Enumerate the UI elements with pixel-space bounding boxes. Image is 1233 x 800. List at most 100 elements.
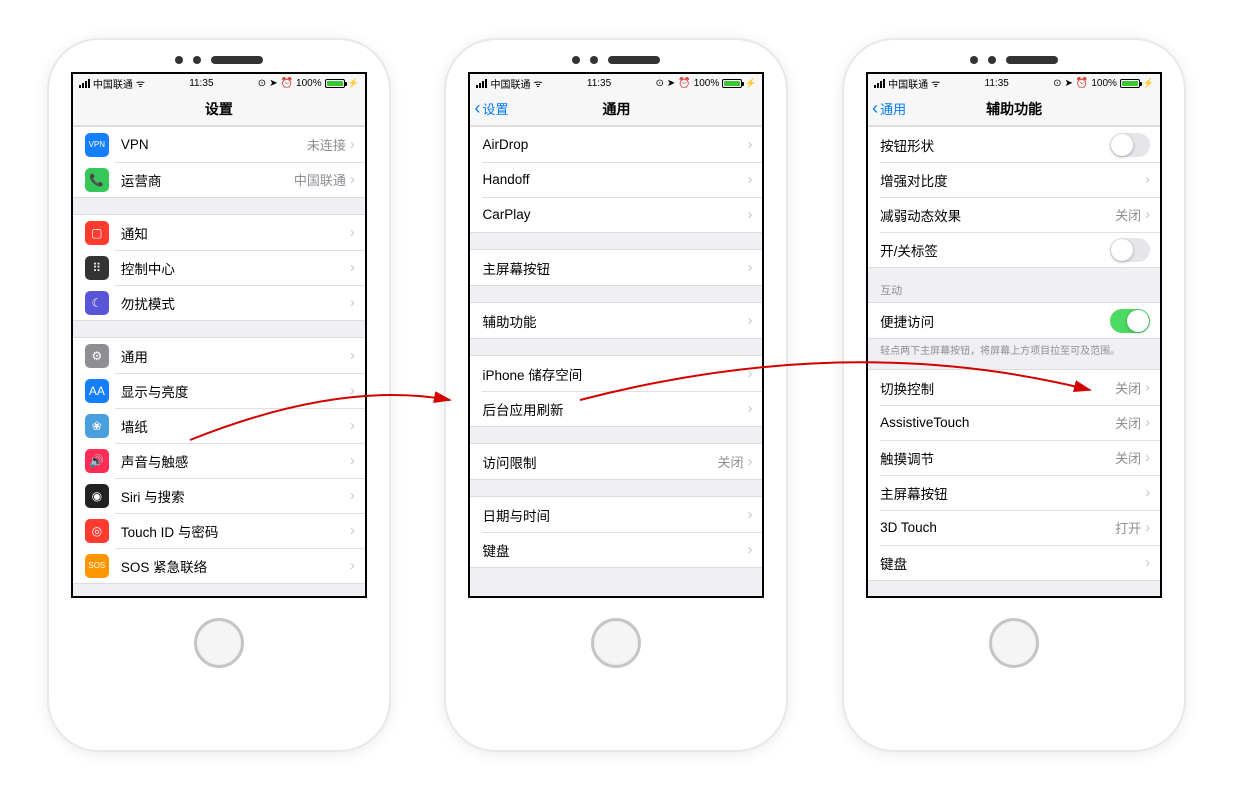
home-button[interactable] bbox=[591, 618, 641, 668]
wifi-icon: ᯤ bbox=[533, 76, 542, 90]
row-detail: 中国联通 bbox=[294, 170, 346, 189]
settings-row[interactable]: 日期与时间› bbox=[470, 497, 762, 532]
settings-row[interactable]: 减弱动态效果关闭› bbox=[868, 197, 1160, 232]
chevron-left-icon: ‹ bbox=[474, 98, 480, 119]
settings-row[interactable]: AirDrop› bbox=[470, 127, 762, 162]
settings-row[interactable]: 触摸调节关闭› bbox=[868, 440, 1160, 475]
settings-row[interactable]: 📞运营商中国联通› bbox=[73, 162, 365, 197]
chevron-right-icon: › bbox=[350, 557, 355, 574]
chevron-left-icon: ‹ bbox=[872, 98, 878, 119]
screen-general: 中国联通 ᯤ 11:35 ⊙ ➤ ⏰ 100% ⚡ ‹ 设置 通用 bbox=[468, 72, 764, 598]
chevron-right-icon: › bbox=[1145, 449, 1150, 466]
accessibility-list[interactable]: 按钮形状增强对比度›减弱动态效果关闭›开/关标签 互动 便捷访问 轻点两下主屏幕… bbox=[868, 126, 1160, 596]
back-button[interactable]: ‹ 通用 bbox=[872, 92, 906, 125]
settings-row[interactable]: ◉Siri 与搜索› bbox=[73, 478, 365, 513]
settings-row[interactable]: ⠿控制中心› bbox=[73, 250, 365, 285]
home-button[interactable] bbox=[989, 618, 1039, 668]
settings-row[interactable]: 主屏幕按钮› bbox=[868, 475, 1160, 510]
settings-row[interactable]: ▢通知› bbox=[73, 215, 365, 250]
back-label: 设置 bbox=[482, 99, 508, 118]
settings-row[interactable]: 键盘› bbox=[868, 545, 1160, 580]
settings-row[interactable]: ⚙通用› bbox=[73, 338, 365, 373]
three-phone-tutorial: 中国联通 ᯤ 11:35 ⊙ ➤ ⏰ 100% ⚡ 设置 VPNVPN未连接›📞… bbox=[0, 0, 1233, 790]
row-detail: 未连接 bbox=[307, 135, 346, 154]
row-label: 通用 bbox=[121, 346, 350, 366]
footer-note-reachability: 轻点两下主屏幕按钮，将屏幕上方项目拉至可及范围。 bbox=[868, 339, 1160, 363]
chevron-right-icon: › bbox=[747, 259, 752, 276]
ic-dnd-icon: ☾ bbox=[85, 291, 109, 315]
proximity-sensor-icon bbox=[572, 56, 580, 64]
settings-row[interactable]: 3D Touch打开› bbox=[868, 510, 1160, 545]
settings-row[interactable]: SOSSOS 紧急联络› bbox=[73, 548, 365, 583]
ic-sos-icon: SOS bbox=[85, 554, 109, 578]
signal-icon bbox=[874, 79, 885, 88]
row-detail: 关闭 bbox=[1115, 378, 1141, 397]
row-label: Handoff bbox=[482, 172, 747, 187]
settings-row[interactable]: AssistiveTouch关闭› bbox=[868, 405, 1160, 440]
settings-row[interactable]: 按钮形状 bbox=[868, 127, 1160, 162]
alarm-icon: ⏰ bbox=[678, 78, 690, 89]
back-button[interactable]: ‹ 设置 bbox=[474, 92, 508, 125]
back-label: 通用 bbox=[880, 99, 906, 118]
settings-row[interactable]: 主屏幕按钮› bbox=[470, 250, 762, 285]
row-label: 3D Touch bbox=[880, 520, 1115, 535]
speaker-icon bbox=[608, 56, 660, 64]
chevron-right-icon: › bbox=[350, 382, 355, 399]
toggle-switch[interactable] bbox=[1110, 309, 1150, 333]
ic-display-icon: AA bbox=[85, 379, 109, 403]
camera-icon bbox=[193, 56, 201, 64]
carrier-label: 中国联通 bbox=[490, 76, 530, 91]
settings-row[interactable]: 开/关标签 bbox=[868, 232, 1160, 267]
settings-row[interactable]: 切换控制关闭› bbox=[868, 370, 1160, 405]
row-label: iPhone 储存空间 bbox=[482, 364, 747, 384]
settings-row[interactable]: 后台应用刷新› bbox=[470, 391, 762, 426]
chevron-right-icon: › bbox=[1145, 484, 1150, 501]
chevron-right-icon: › bbox=[747, 400, 752, 417]
row-label: Siri 与搜索 bbox=[121, 486, 350, 506]
settings-row[interactable]: Handoff› bbox=[470, 162, 762, 197]
chevron-right-icon: › bbox=[747, 541, 752, 558]
settings-list[interactable]: VPNVPN未连接›📞运营商中国联通› ▢通知›⠿控制中心›☾勿扰模式› ⚙通用… bbox=[73, 126, 365, 596]
settings-row[interactable]: 便捷访问 bbox=[868, 303, 1160, 338]
general-list[interactable]: AirDrop›Handoff›CarPlay› 主屏幕按钮› 辅助功能› iP… bbox=[470, 126, 762, 596]
toggle-switch[interactable] bbox=[1110, 238, 1150, 262]
charging-icon: ⚡ bbox=[745, 78, 756, 89]
chevron-right-icon: › bbox=[747, 312, 752, 329]
proximity-sensor-icon bbox=[970, 56, 978, 64]
toggle-switch[interactable] bbox=[1110, 133, 1150, 157]
camera-icon bbox=[590, 56, 598, 64]
row-label: 便捷访问 bbox=[880, 311, 1110, 331]
battery-percent: 100% bbox=[1091, 78, 1117, 89]
settings-row[interactable]: ☾勿扰模式› bbox=[73, 285, 365, 320]
carrier-label: 中国联通 bbox=[93, 76, 133, 91]
settings-row[interactable]: VPNVPN未连接› bbox=[73, 127, 365, 162]
battery-icon bbox=[1120, 79, 1140, 88]
clock: 11:35 bbox=[587, 78, 611, 89]
chevron-right-icon: › bbox=[1145, 519, 1150, 536]
alarm-icon: ⏰ bbox=[1076, 78, 1088, 89]
settings-row[interactable]: AA显示与亮度› bbox=[73, 373, 365, 408]
row-label: 减弱动态效果 bbox=[880, 205, 1115, 225]
chevron-right-icon: › bbox=[350, 522, 355, 539]
settings-row[interactable]: iPhone 储存空间› bbox=[470, 356, 762, 391]
ic-control-icon: ⠿ bbox=[85, 256, 109, 280]
toggle-icon: ⊙ bbox=[258, 78, 266, 89]
phone-sensors bbox=[572, 56, 660, 64]
settings-row[interactable]: 键盘› bbox=[470, 532, 762, 567]
navbar-settings: 设置 bbox=[73, 92, 365, 126]
row-label: 控制中心 bbox=[121, 258, 350, 278]
settings-row[interactable]: 辅助功能› bbox=[470, 303, 762, 338]
settings-row[interactable]: 🔊声音与触感› bbox=[73, 443, 365, 478]
settings-row[interactable]: ◎Touch ID 与密码› bbox=[73, 513, 365, 548]
location-icon: ➤ bbox=[1065, 78, 1073, 89]
home-button[interactable] bbox=[194, 618, 244, 668]
settings-row[interactable]: 增强对比度› bbox=[868, 162, 1160, 197]
toggle-icon: ⊙ bbox=[655, 78, 663, 89]
settings-row[interactable]: CarPlay› bbox=[470, 197, 762, 232]
row-label: 键盘 bbox=[482, 540, 747, 560]
row-label: 主屏幕按钮 bbox=[482, 258, 747, 278]
row-detail: 关闭 bbox=[1115, 413, 1141, 432]
settings-row[interactable]: 访问限制关闭› bbox=[470, 444, 762, 479]
ic-vpn-icon: VPN bbox=[85, 133, 109, 157]
settings-row[interactable]: ❀墙纸› bbox=[73, 408, 365, 443]
